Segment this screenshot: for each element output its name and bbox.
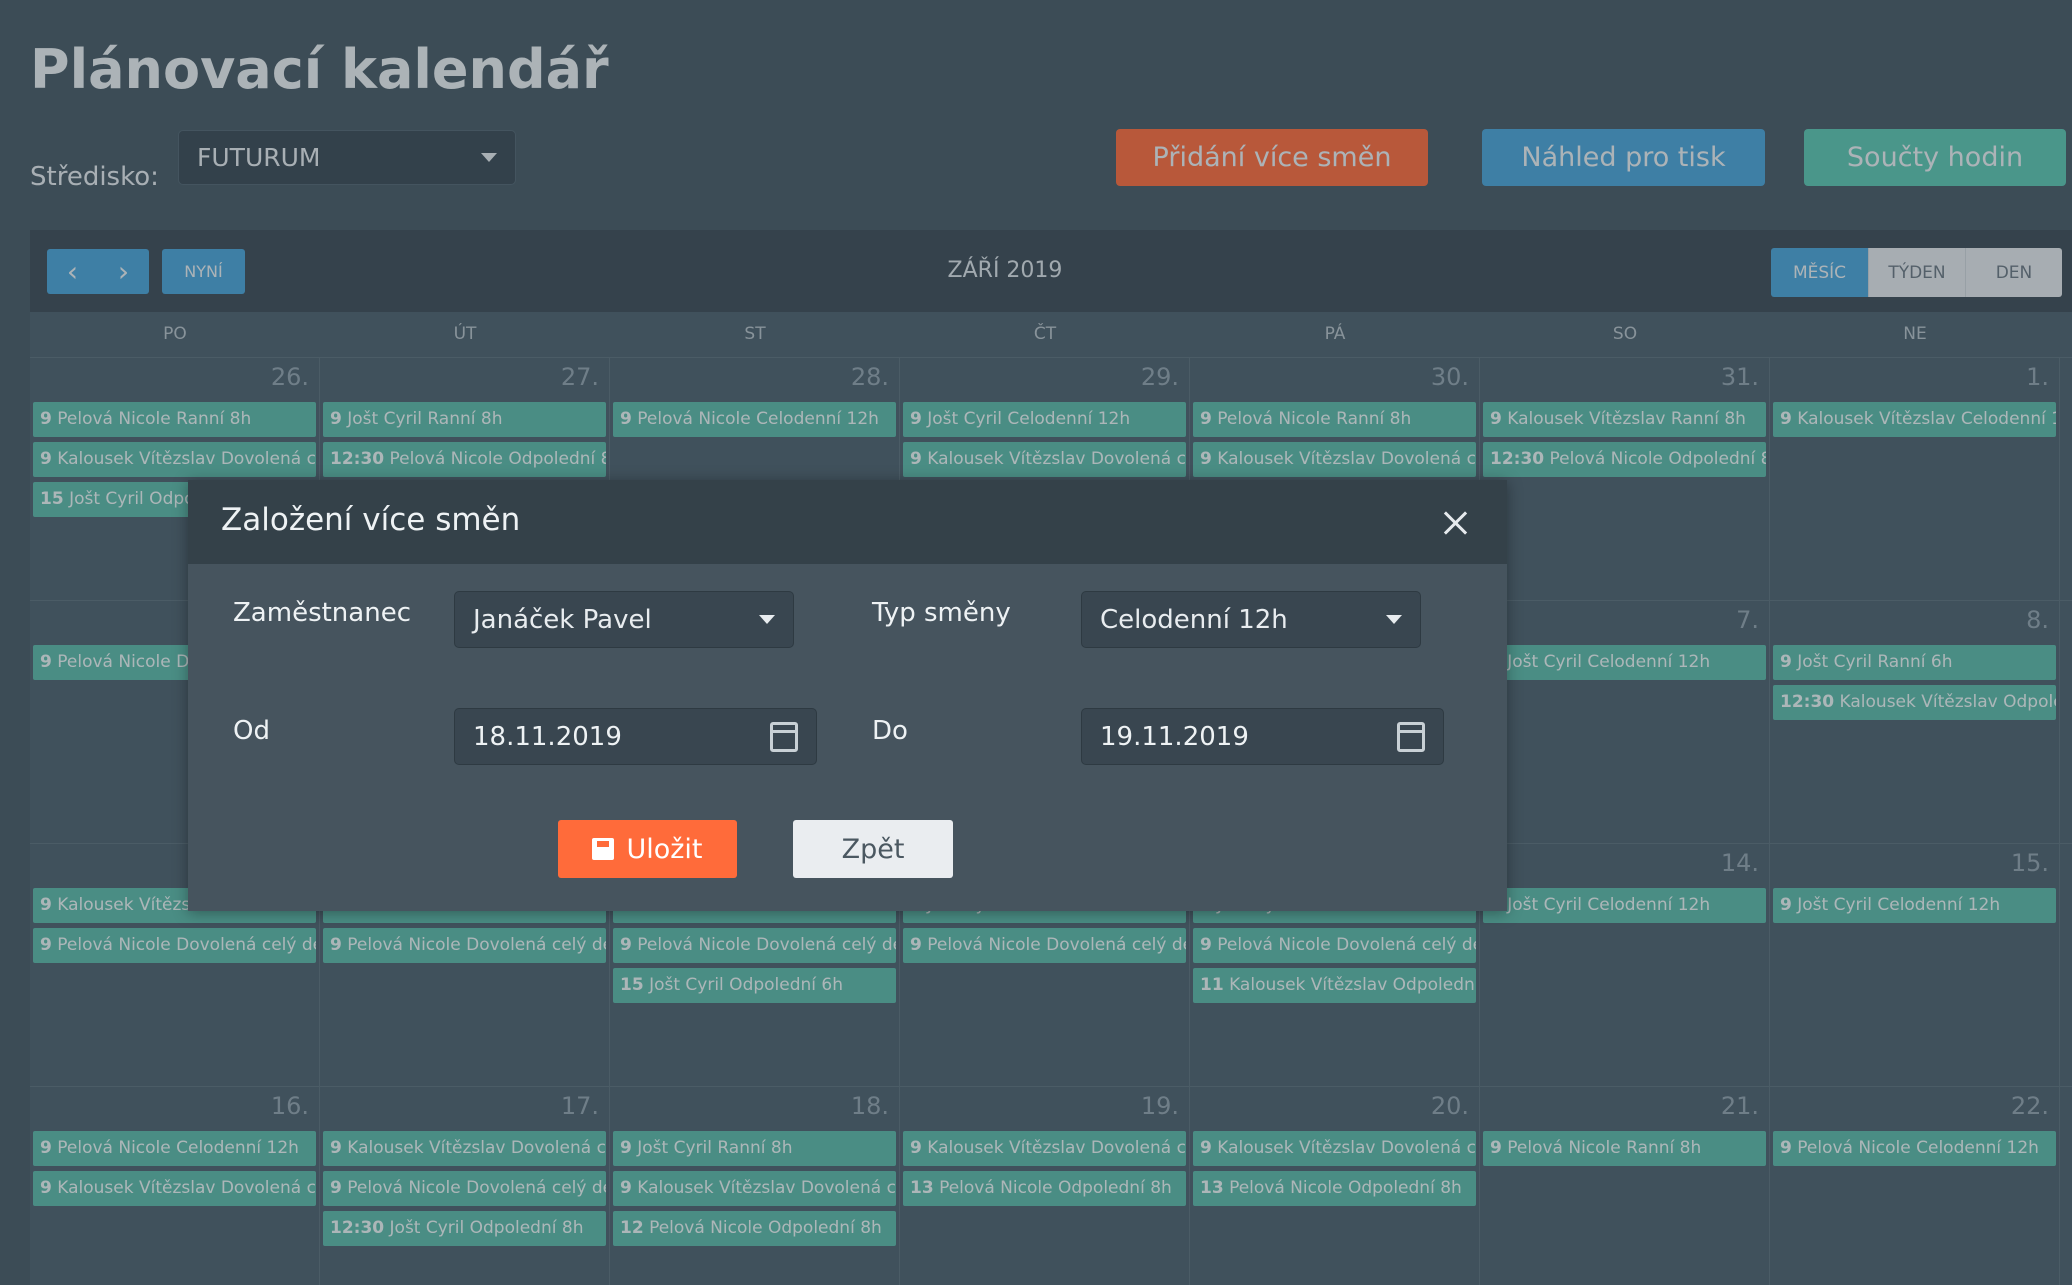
chevron-down-icon [1386, 615, 1402, 624]
save-button[interactable]: Uložit [558, 820, 737, 878]
to-date-input[interactable]: 19.11.2019 [1081, 708, 1444, 765]
calendar-icon[interactable] [770, 721, 798, 752]
close-icon[interactable] [1440, 508, 1470, 538]
from-date-input[interactable]: 18.11.2019 [454, 708, 817, 765]
shift-type-select-value: Celodenní 12h [1100, 604, 1288, 635]
employee-select[interactable]: Janáček Pavel [454, 591, 794, 648]
shift-type-select[interactable]: Celodenní 12h [1081, 591, 1421, 648]
employee-select-value: Janáček Pavel [473, 604, 652, 635]
modal-title: Založení více směn [221, 502, 521, 538]
to-date-value: 19.11.2019 [1100, 721, 1249, 752]
from-label: Od [233, 716, 270, 746]
back-button[interactable]: Zpět [793, 820, 953, 878]
floppy-disk-icon [592, 838, 615, 860]
add-shifts-modal: Založení více směn Zaměstnanec Janáček P… [188, 480, 1507, 911]
shift-type-label: Typ směny [872, 598, 1011, 628]
calendar-icon[interactable] [1397, 721, 1425, 752]
save-button-label: Uložit [626, 833, 703, 865]
to-label: Do [872, 716, 908, 746]
employee-label: Zaměstnanec [233, 598, 411, 628]
chevron-down-icon [759, 615, 775, 624]
modal-header: Založení více směn [188, 480, 1507, 564]
from-date-value: 18.11.2019 [473, 721, 622, 752]
